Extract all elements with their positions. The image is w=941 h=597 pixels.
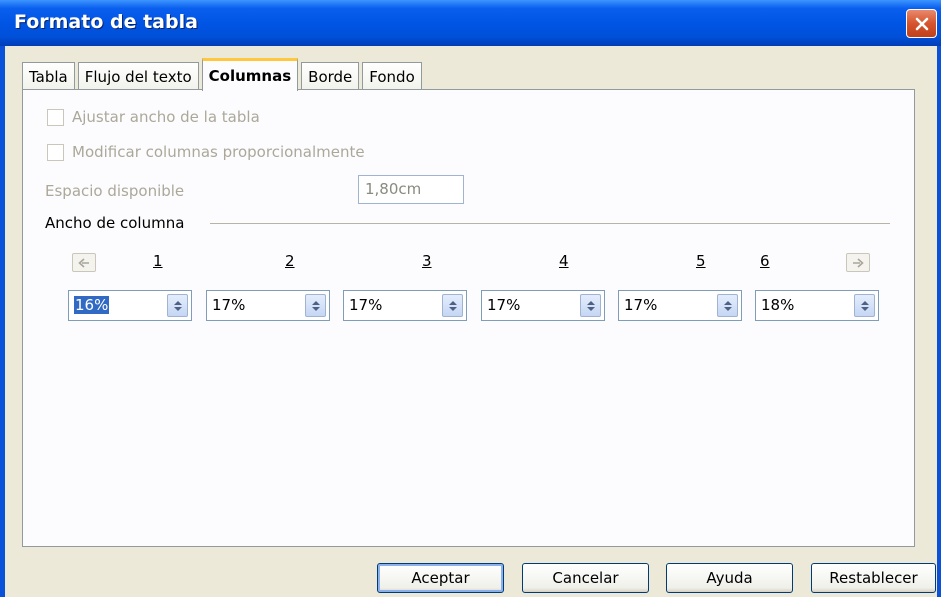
tab-tabla[interactable]: Tabla — [22, 62, 75, 90]
tab-columnas[interactable]: Columnas — [201, 58, 299, 91]
column-width-spinner-4[interactable]: 17% — [481, 290, 605, 321]
column-width-spinner-2[interactable]: 17% — [206, 290, 330, 321]
proportional-label: Modificar columnas proporcionalmente — [72, 143, 365, 161]
help-button[interactable]: Ayuda — [666, 563, 793, 593]
column-width-value-1[interactable]: 16% — [74, 296, 110, 314]
column-width-spinner-6[interactable]: 18% — [755, 290, 879, 321]
column-number-3: 3 — [422, 252, 432, 270]
section-divider — [210, 223, 890, 224]
ok-button[interactable]: Aceptar — [377, 563, 504, 593]
title-bar[interactable]: Formato de tabla — [0, 0, 941, 46]
column-number-6: 6 — [760, 252, 770, 270]
column-number-5: 5 — [696, 252, 706, 270]
tab-fondo[interactable]: Fondo — [362, 62, 422, 90]
column-number-4: 4 — [559, 252, 569, 270]
adjust-width-checkbox[interactable] — [47, 108, 64, 126]
spin-updown-icon — [586, 300, 595, 311]
column-width-value-4[interactable]: 17% — [487, 296, 520, 314]
tab-flujo-del-texto[interactable]: Flujo del texto — [77, 62, 199, 90]
column-number-1: 1 — [153, 252, 163, 270]
close-button[interactable] — [906, 9, 937, 38]
window-frame-left — [0, 46, 5, 597]
scroll-left-button[interactable] — [72, 253, 96, 272]
column-number-2: 2 — [285, 252, 295, 270]
columns-panel: Ajustar ancho de la tabla Modificar colu… — [22, 89, 915, 547]
column-width-value-6[interactable]: 18% — [761, 296, 794, 314]
cancel-button[interactable]: Cancelar — [522, 563, 649, 593]
spin-button[interactable] — [305, 294, 326, 317]
window-frame-right — [937, 46, 941, 597]
spin-updown-icon — [311, 300, 320, 311]
column-width-heading: Ancho de columna — [45, 214, 185, 232]
tab-bar: Tabla Flujo del texto Columnas Borde Fon… — [22, 57, 425, 91]
scroll-right-button[interactable] — [846, 253, 870, 272]
column-width-value-3[interactable]: 17% — [349, 296, 382, 314]
window-title: Formato de tabla — [14, 11, 198, 33]
spin-button[interactable] — [717, 294, 738, 317]
column-width-spinner-1[interactable]: 16% — [68, 290, 192, 321]
spin-updown-icon — [723, 300, 732, 311]
space-available-field[interactable]: 1,80cm — [358, 175, 464, 204]
column-width-spinner-5[interactable]: 17% — [618, 290, 742, 321]
reset-button[interactable]: Restablecer — [811, 563, 936, 593]
column-width-value-2[interactable]: 17% — [212, 296, 245, 314]
adjust-width-label: Ajustar ancho de la tabla — [72, 108, 260, 126]
spin-button[interactable] — [167, 294, 188, 317]
spin-updown-icon — [448, 300, 457, 311]
spin-button[interactable] — [442, 294, 463, 317]
proportional-option: Modificar columnas proporcionalmente — [47, 143, 365, 161]
column-width-value-5[interactable]: 17% — [624, 296, 657, 314]
spin-updown-icon — [173, 300, 182, 311]
spin-updown-icon — [860, 300, 869, 311]
adjust-width-option: Ajustar ancho de la tabla — [47, 108, 260, 126]
close-icon — [915, 17, 928, 30]
spin-button[interactable] — [580, 294, 601, 317]
arrow-left-icon — [78, 257, 89, 268]
tab-borde[interactable]: Borde — [301, 62, 360, 90]
space-available-label: Espacio disponible — [45, 182, 185, 200]
spin-button[interactable] — [854, 294, 875, 317]
column-width-spinner-3[interactable]: 17% — [343, 290, 467, 321]
arrow-right-icon — [853, 257, 864, 268]
proportional-checkbox[interactable] — [47, 143, 64, 161]
